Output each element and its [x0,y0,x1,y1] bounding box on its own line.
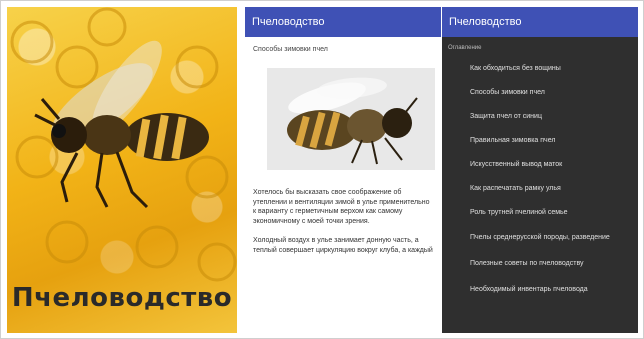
article-heading: Способы зимовки пчел [253,46,328,53]
menu-item-uncap-frame[interactable]: Как распечатать рамку улья [442,177,638,201]
drawer-header: Пчеловодство [442,7,638,37]
app-bar: Пчеловодство [245,7,441,37]
menu-item-proper-wintering[interactable]: Правильная зимовка пчел [442,129,638,153]
menu-item-drones-role[interactable]: Роль трутней пчелиной семье [442,201,638,225]
article-photo [267,68,435,171]
navigation-drawer: Пчеловодство Оглавление Как обходиться б… [442,7,638,333]
article-paragraph-1: Хотелось бы высказать свое соображение о… [253,189,430,225]
drawer-title: Пчеловодство [449,16,522,28]
menu-item-no-foundation[interactable]: Как обходиться без вощины [442,57,638,81]
menu-item-queen-rearing[interactable]: Искусственный вывод маток [442,153,638,177]
menu-item-tit-protection[interactable]: Защита пчел от синиц [442,105,638,129]
article-content[interactable]: Способы зимовки пчел Хотелось бы высказа… [245,37,441,255]
bee-photo-illustration [267,68,435,171]
drawer-section-label: Оглавление [448,45,482,51]
cover-image: Пчеловодство [7,7,237,333]
article-screen: Пчеловодство Способы зимовки пчел Хотело… [245,7,441,333]
cover-title: Пчеловодство [11,283,233,313]
menu-item-central-russian-bees[interactable]: Пчелы среднерусской породы, разведение [442,225,638,251]
article-paragraph-2: Холодный воздух в улье занимает донную ч… [253,237,433,254]
app-title: Пчеловодство [252,16,325,28]
menu-item-wintering-methods[interactable]: Способы зимовки пчел [442,81,638,105]
screenshot-frame: Пчеловодство Пчеловодство Способы зимовк… [0,0,644,339]
menu-item-equipment[interactable]: Необходимый инвентарь пчеловода [442,277,638,303]
menu-item-useful-tips[interactable]: Полезные советы по пчеловодству [442,251,638,277]
